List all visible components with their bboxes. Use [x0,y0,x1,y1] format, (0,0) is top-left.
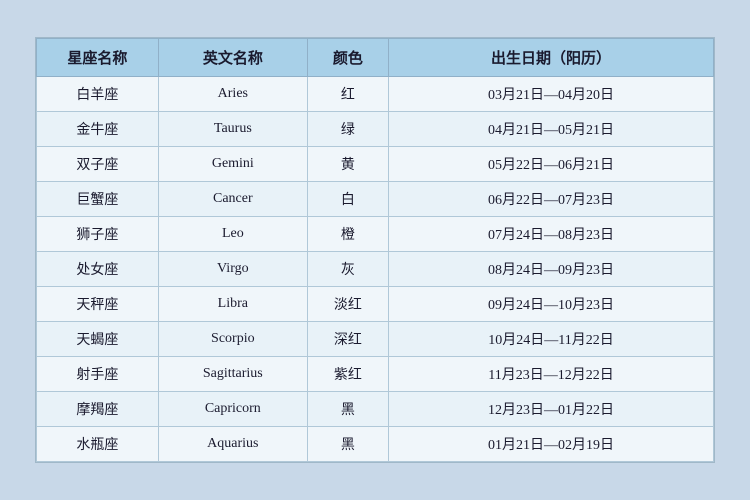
cell-en: Virgo [158,252,307,287]
cell-en: Gemini [158,147,307,182]
table-row: 双子座Gemini黄05月22日—06月21日 [37,147,714,182]
table-row: 白羊座Aries红03月21日—04月20日 [37,77,714,112]
cell-date: 07月24日—08月23日 [389,217,714,252]
cell-date: 09月24日—10月23日 [389,287,714,322]
cell-zh: 天蝎座 [37,322,159,357]
table-row: 巨蟹座Cancer白06月22日—07月23日 [37,182,714,217]
cell-zh: 水瓶座 [37,427,159,462]
cell-zh: 白羊座 [37,77,159,112]
cell-color: 绿 [307,112,388,147]
cell-date: 12月23日—01月22日 [389,392,714,427]
cell-zh: 射手座 [37,357,159,392]
cell-date: 11月23日—12月22日 [389,357,714,392]
cell-zh: 天秤座 [37,287,159,322]
cell-color: 淡红 [307,287,388,322]
cell-color: 深红 [307,322,388,357]
cell-date: 03月21日—04月20日 [389,77,714,112]
table-row: 射手座Sagittarius紫红11月23日—12月22日 [37,357,714,392]
table-row: 天秤座Libra淡红09月24日—10月23日 [37,287,714,322]
table-row: 处女座Virgo灰08月24日—09月23日 [37,252,714,287]
cell-color: 黄 [307,147,388,182]
table-row: 水瓶座Aquarius黑01月21日—02月19日 [37,427,714,462]
cell-color: 灰 [307,252,388,287]
zodiac-table: 星座名称 英文名称 颜色 出生日期（阳历） 白羊座Aries红03月21日—04… [36,38,714,462]
cell-en: Cancer [158,182,307,217]
header-en: 英文名称 [158,39,307,77]
cell-en: Taurus [158,112,307,147]
cell-zh: 金牛座 [37,112,159,147]
cell-en: Aries [158,77,307,112]
cell-date: 04月21日—05月21日 [389,112,714,147]
cell-date: 01月21日—02月19日 [389,427,714,462]
table-row: 天蝎座Scorpio深红10月24日—11月22日 [37,322,714,357]
cell-en: Sagittarius [158,357,307,392]
cell-date: 06月22日—07月23日 [389,182,714,217]
cell-zh: 处女座 [37,252,159,287]
header-color: 颜色 [307,39,388,77]
table-row: 狮子座Leo橙07月24日—08月23日 [37,217,714,252]
zodiac-table-container: 星座名称 英文名称 颜色 出生日期（阳历） 白羊座Aries红03月21日—04… [35,37,715,463]
cell-en: Leo [158,217,307,252]
cell-zh: 双子座 [37,147,159,182]
cell-en: Aquarius [158,427,307,462]
cell-color: 橙 [307,217,388,252]
cell-date: 10月24日—11月22日 [389,322,714,357]
cell-color: 红 [307,77,388,112]
table-row: 金牛座Taurus绿04月21日—05月21日 [37,112,714,147]
cell-en: Libra [158,287,307,322]
cell-color: 黑 [307,392,388,427]
header-zh: 星座名称 [37,39,159,77]
table-row: 摩羯座Capricorn黑12月23日—01月22日 [37,392,714,427]
cell-date: 05月22日—06月21日 [389,147,714,182]
cell-en: Capricorn [158,392,307,427]
cell-color: 黑 [307,427,388,462]
cell-color: 紫红 [307,357,388,392]
header-date: 出生日期（阳历） [389,39,714,77]
cell-zh: 摩羯座 [37,392,159,427]
cell-en: Scorpio [158,322,307,357]
cell-zh: 巨蟹座 [37,182,159,217]
table-header-row: 星座名称 英文名称 颜色 出生日期（阳历） [37,39,714,77]
cell-zh: 狮子座 [37,217,159,252]
cell-date: 08月24日—09月23日 [389,252,714,287]
cell-color: 白 [307,182,388,217]
